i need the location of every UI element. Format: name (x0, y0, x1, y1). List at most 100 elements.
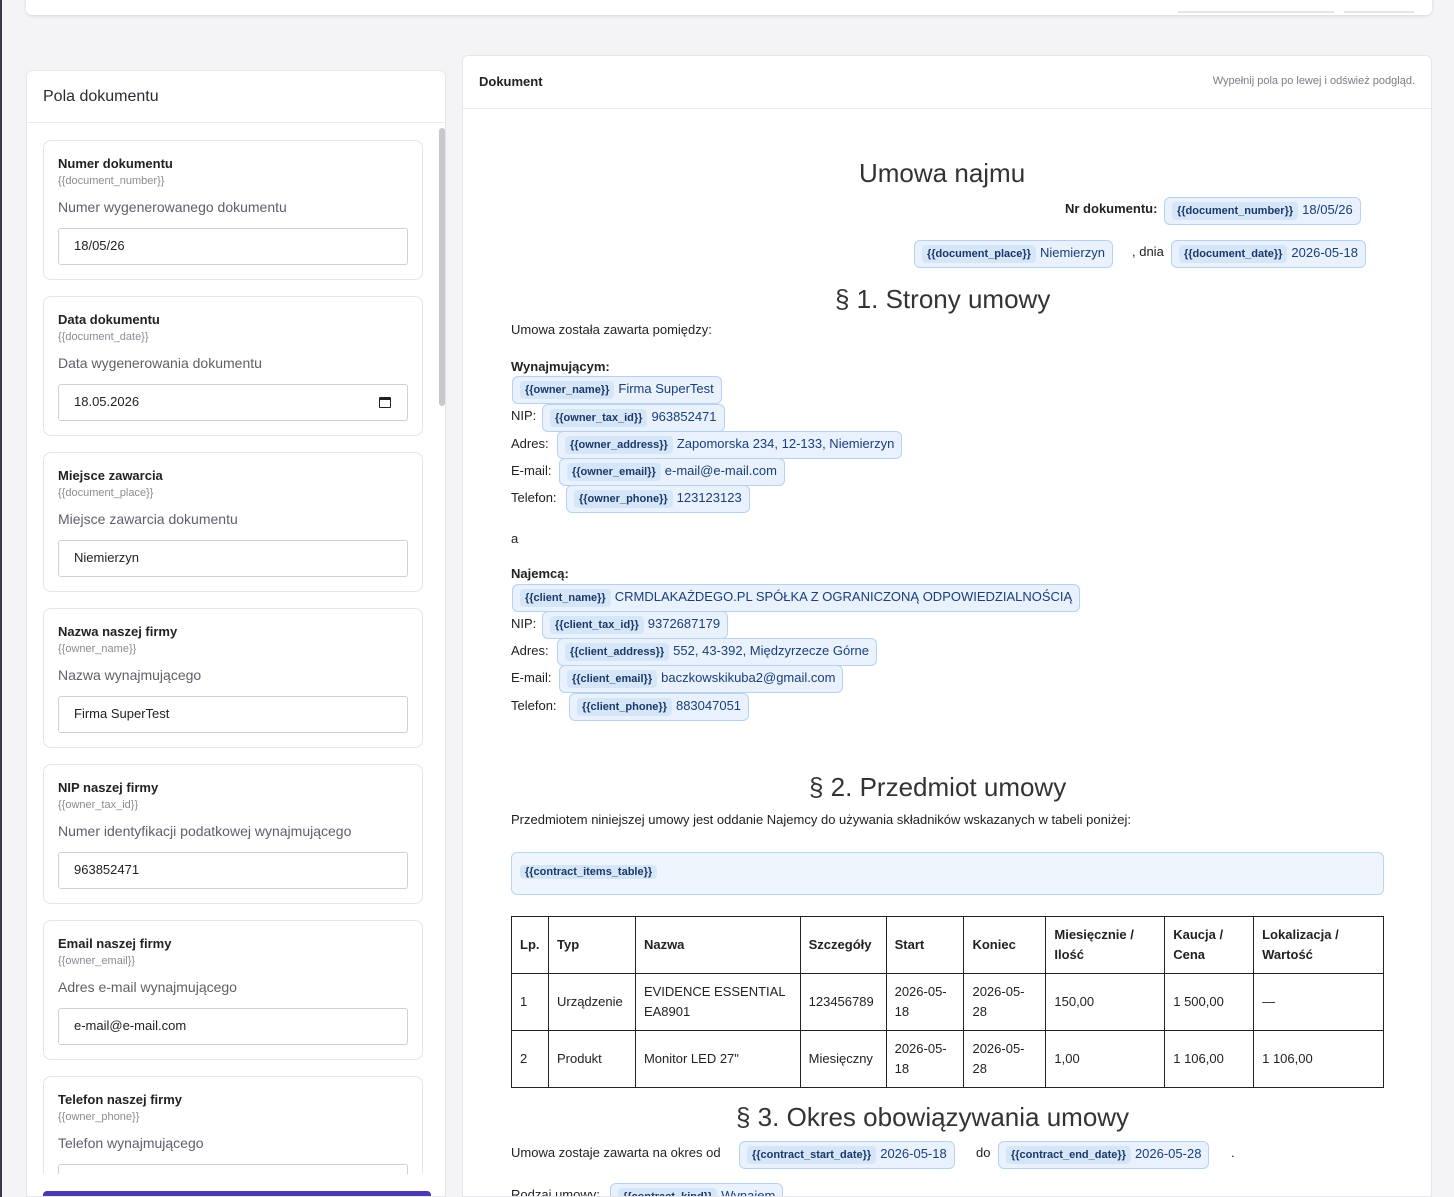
table-cell: 2 (511, 1030, 549, 1088)
field-description: Nazwa wynajmującego (58, 667, 202, 683)
address-label: Adres: (511, 436, 549, 451)
placeholder-tag: {{contract_kind}} (618, 1188, 718, 1196)
table-cell: 1 500,00 (1164, 973, 1255, 1031)
phone-label: Telefon: (511, 490, 557, 505)
chip-value: CRMDLAKAŻDEGO.PL SPÓŁKA Z OGRANICZONĄ OD… (614, 589, 1073, 604)
placeholder-tag: {{document_number}} (1172, 202, 1299, 220)
placeholder-tag: {{contract_start_date}} (747, 1146, 877, 1164)
email-label: E-mail: (511, 463, 552, 478)
chip-value: 9372687179 (647, 616, 721, 631)
column-header: Kaucja / Cena (1164, 916, 1255, 974)
owner-tax-chip: {{owner_tax_id}} 963852471 (542, 404, 725, 432)
table-cell: Miesięczny (799, 1030, 887, 1088)
nip-label: NIP: (511, 616, 537, 631)
start-date-chip: {{contract_start_date}} 2026-05-18 (739, 1141, 955, 1169)
owner-phone-input[interactable] (58, 1164, 408, 1174)
table-cell: Produkt (547, 1030, 636, 1088)
section-2-title: § 2. Przedmiot umowy (809, 772, 1067, 802)
field-description: Numer wygenerowanego dokumentu (58, 199, 287, 215)
table-row: 2 Produkt Monitor LED 27" Miesięczny 202… (511, 1030, 1384, 1088)
contract-kind-label: Rodzaj umowy: (511, 1187, 600, 1197)
chip-value: Niemierzyn (1039, 245, 1105, 260)
field-label: Nazwa naszej firmy (58, 624, 178, 639)
client-address-chip: {{client_address}} 552, 43-392, Międzyrze… (557, 638, 877, 666)
items-table-placeholder: {{contract_items_table}} (511, 852, 1384, 895)
field-placeholder-tag: {{document_place}} (58, 487, 154, 499)
field-owner-phone: Telefon naszej firmy {{owner_phone}} Tel… (43, 1076, 423, 1174)
section-3-title: § 3. Okres obowiązywania umowy (736, 1102, 1130, 1132)
client-name-chip: {{client_name}} CRMDLAKAŻDEGO.PL SPÓŁKA Z… (512, 584, 1081, 612)
table-header-row: Lp. Typ Nazwa Szczegóły Start Koniec Mie… (511, 916, 1384, 974)
calendar-icon[interactable] (379, 397, 391, 408)
document-title: Umowa najmu (859, 158, 1026, 188)
chip-value: 2026-05-18 (1291, 245, 1358, 260)
field-description: Miejsce zawarcia dokumentu (58, 511, 238, 527)
table-cell: 2026-05-18 (885, 973, 965, 1031)
table-cell: — (1253, 973, 1384, 1031)
placeholder-tag: {{client_name}} (520, 589, 611, 607)
placeholder-tag: {{owner_address}} (565, 436, 673, 454)
table-cell: 123456789 (799, 973, 887, 1031)
chip-value: 2026-05-18 (880, 1146, 947, 1161)
field-placeholder-tag: {{document_number}} (58, 175, 165, 187)
doc-number-label: Nr dokumentu: (1065, 201, 1158, 216)
field-placeholder-tag: {{owner_tax_id}} (58, 799, 139, 811)
placeholder-tag: {{owner_email}} (567, 463, 661, 481)
doc-date-chip: {{document_date}} 2026-05-18 (1171, 240, 1366, 268)
document-number-input[interactable]: 18/05/26 (58, 228, 408, 265)
scrollbar[interactable] (439, 128, 445, 406)
placeholder-tag: {{client_tax_id}} (550, 616, 644, 634)
field-label: Telefon naszej firmy (58, 1092, 183, 1107)
fields-panel: Pola dokumentu Numer dokumentu {{documen… (26, 70, 446, 1197)
document-content: Umowa najmu Nr dokumentu: {{document_num… (511, 56, 1384, 1197)
owner-tax-id-input[interactable]: 963852471 (58, 852, 408, 889)
field-label: Numer dokumentu (58, 156, 173, 171)
items-table: Lp. Typ Nazwa Szczegóły Start Koniec Mie… (511, 916, 1384, 1088)
chip-value: 18/05/26 (1302, 202, 1353, 217)
document-date-input[interactable]: 18.05.2026 (58, 384, 408, 421)
field-placeholder-tag: {{owner_phone}} (58, 1111, 140, 1123)
field-placeholder-tag: {{owner_name}} (58, 643, 137, 655)
placeholder-tag: {{owner_name}} (520, 381, 615, 399)
table-cell: 2026-05-28 (963, 1030, 1047, 1088)
field-label: NIP naszej firmy (58, 780, 159, 795)
fields-list[interactable]: Numer dokumentu {{document_number}} Nume… (27, 124, 445, 1174)
field-description: Numer identyfikacji podatkowej wynajmują… (58, 823, 352, 839)
chip-value: 2026-05-28 (1134, 1146, 1202, 1161)
toolbar-button[interactable] (1178, 11, 1334, 13)
owner-address-chip: {{owner_address}} Zapomorska 234, 12-133,… (557, 431, 903, 459)
client-heading: Najemcą: (511, 566, 569, 581)
client-email-chip: {{client_email}} baczkowskikuba2@gmail.co… (559, 665, 844, 693)
and-text: a (511, 531, 519, 546)
client-phone-chip: {{client_phone}} 883047051 (569, 693, 750, 721)
period-text: . (1231, 1145, 1235, 1160)
submit-button[interactable] (43, 1191, 431, 1196)
doc-number-chip: {{document_number}} 18/05/26 (1164, 197, 1361, 225)
top-toolbar-card (26, 0, 1432, 15)
column-header: Typ (547, 916, 636, 974)
field-document-number: Numer dokumentu {{document_number}} Nume… (43, 140, 423, 280)
field-description: Data wygenerowania dokumentu (58, 355, 262, 371)
column-header: Nazwa (634, 916, 801, 974)
placeholder-tag: {{owner_phone}} (574, 490, 673, 508)
table-cell: 150,00 (1045, 973, 1166, 1031)
document-preview-panel: Dokument Wypełnij pola po lewej i odświe… (462, 55, 1432, 1197)
phone-label: Telefon: (511, 698, 557, 713)
nip-label: NIP: (511, 408, 537, 423)
document-place-input[interactable]: Niemierzyn (58, 540, 408, 577)
owner-email-chip: {{owner_email}} e-mail@e-mail.com (559, 458, 785, 486)
owner-name-input[interactable]: Firma SuperTest (58, 696, 408, 733)
placeholder-tag: {{document_date}} (1179, 245, 1288, 263)
section-3-text: Umowa zostaje zawarta na okres od (511, 1145, 721, 1160)
chip-value: baczkowskikuba2@gmail.com (661, 670, 836, 685)
owner-email-input[interactable]: e-mail@e-mail.com (58, 1008, 408, 1045)
window-edge (0, 0, 2, 1197)
column-header: Start (885, 916, 965, 974)
fields-panel-title: Pola dokumentu (27, 71, 445, 123)
section-2-intro: Przedmiotem niniejszej umowy jest oddani… (511, 812, 1131, 827)
chip-value: Wynajem (721, 1188, 776, 1197)
field-description: Telefon wynajmującego (58, 1135, 204, 1151)
column-header: Miesięcznie / Ilość (1045, 916, 1166, 974)
field-document-date: Data dokumentu {{document_date}} Data wy… (43, 296, 423, 436)
toolbar-button[interactable] (1344, 11, 1414, 13)
